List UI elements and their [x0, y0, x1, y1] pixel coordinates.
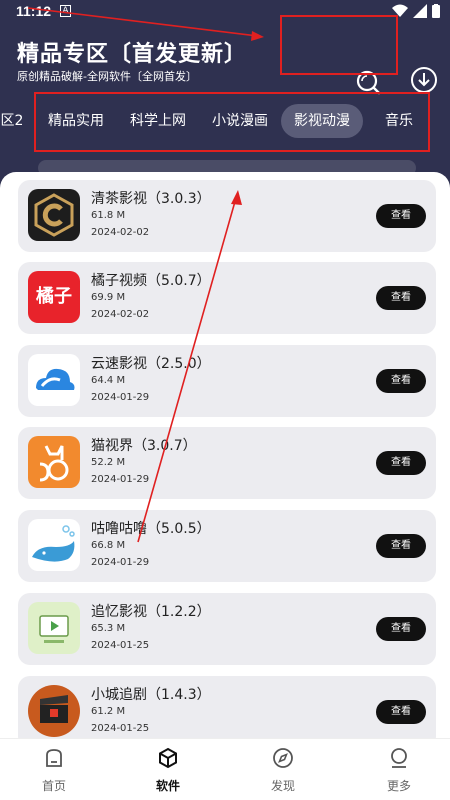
page-title: 精品专区〔首发更新〕 [17, 42, 248, 67]
app-card[interactable]: 咕噜咕噜（5.0.5） 66.8 M 2024-01-29 查看 [18, 510, 436, 582]
tab-item[interactable]: 小说漫画 [208, 104, 272, 138]
app-date: 2024-01-29 [91, 474, 150, 485]
category-tabs: 区2 精品实用 科学上网 小说漫画 影视动漫 音乐 [0, 96, 450, 148]
app-size: 61.8 M [91, 210, 126, 221]
app-name: 咕噜咕噜（5.0.5） [91, 521, 211, 537]
app-card[interactable]: 猫视界（3.0.7） 52.2 M 2024-01-29 查看 [18, 427, 436, 499]
nav-item-discover[interactable]: 发现 [253, 747, 313, 794]
tab-item-active[interactable]: 影视动漫 [281, 104, 363, 138]
download-button[interactable] [410, 66, 438, 94]
search-button[interactable] [354, 68, 382, 96]
view-button[interactable]: 查看 [376, 451, 426, 475]
app-date: 2024-02-02 [91, 227, 150, 238]
app-size: 66.8 M [91, 540, 126, 551]
app-list[interactable]: 清茶影视（3.0.3） 61.8 M 2024-02-02 查看 橘子 橘子视频… [0, 172, 450, 738]
app-name: 追忆影视（1.2.2） [91, 604, 211, 620]
app-card[interactable]: 清茶影视（3.0.3） 61.8 M 2024-02-02 查看 [18, 180, 436, 252]
search-icon [356, 70, 381, 95]
page-subtitle: 原创精品破解-全网软件〔全网首发〕 [17, 70, 197, 83]
bottom-nav: 首页 软件 发现 更多 [0, 738, 450, 800]
nav-item-software[interactable]: 软件 [138, 747, 198, 794]
status-bar: 11:12 A [0, 0, 450, 24]
app-card[interactable]: 小城追剧（1.4.3） 61.2 M 2024-01-25 查看 [18, 676, 436, 738]
nav-label: 首页 [41, 779, 66, 793]
yunsu-app-icon [28, 354, 80, 406]
tab-item[interactable]: 音乐 [382, 104, 416, 138]
app-name: 小城追剧（1.4.3） [91, 687, 211, 703]
app-card[interactable]: 橘子 橘子视频（5.0.7） 69.9 M 2024-02-02 查看 [18, 262, 436, 334]
app-size: 69.9 M [91, 292, 126, 303]
app-date: 2024-01-25 [91, 723, 150, 734]
download-icon [411, 67, 437, 93]
compass-icon [273, 748, 293, 768]
app-size: 61.2 M [91, 706, 126, 717]
status-icons [392, 4, 440, 18]
home-icon [46, 749, 62, 767]
app-card[interactable]: 云速影视（2.5.0） 64.4 M 2024-01-29 查看 [18, 345, 436, 417]
view-button[interactable]: 查看 [376, 617, 426, 641]
notification-a-icon: A [60, 5, 71, 17]
app-name: 橘子视频（5.0.7） [91, 273, 211, 289]
view-button[interactable]: 查看 [376, 369, 426, 393]
nav-label: 发现 [270, 779, 295, 793]
signal-icon [413, 4, 427, 18]
xiaocheng-app-icon [28, 685, 80, 737]
maoshijie-app-icon [28, 436, 80, 488]
app-date: 2024-01-25 [91, 640, 150, 651]
cube-icon [159, 747, 177, 769]
tab-item[interactable]: 精品实用 [44, 104, 108, 138]
app-date: 2024-01-29 [91, 392, 150, 403]
juzi-app-icon: 橘子 [28, 271, 80, 323]
tab-item[interactable]: 区2 [0, 104, 24, 138]
nav-item-home[interactable]: 首页 [24, 747, 84, 794]
view-button[interactable]: 查看 [376, 700, 426, 724]
tab-item[interactable]: 科学上网 [126, 104, 190, 138]
juzi-logo-text: 橘子 [36, 286, 72, 307]
app-name: 清茶影视（3.0.3） [91, 191, 211, 207]
app-name: 云速影视（2.5.0） [91, 356, 211, 372]
wifi-icon [392, 4, 408, 17]
app-date: 2024-02-02 [91, 309, 150, 320]
view-button[interactable]: 查看 [376, 204, 426, 228]
qingcha-app-icon [28, 189, 80, 241]
nav-label: 更多 [386, 779, 411, 793]
app-date: 2024-01-29 [91, 557, 150, 568]
nav-label: 软件 [155, 779, 180, 793]
battery-icon [432, 4, 440, 18]
zhuiyi-app-icon [28, 602, 80, 654]
app-size: 52.2 M [91, 457, 126, 468]
gulu-app-icon [28, 519, 80, 571]
app-size: 64.4 M [91, 375, 126, 386]
view-button[interactable]: 查看 [376, 286, 426, 310]
user-icon [391, 748, 407, 768]
status-time: 11:12 [16, 3, 52, 19]
app-size: 65.3 M [91, 623, 126, 634]
view-button[interactable]: 查看 [376, 534, 426, 558]
nav-item-more[interactable]: 更多 [369, 747, 429, 794]
app-card[interactable]: 追忆影视（1.2.2） 65.3 M 2024-01-25 查看 [18, 593, 436, 665]
app-name: 猫视界（3.0.7） [91, 438, 197, 454]
